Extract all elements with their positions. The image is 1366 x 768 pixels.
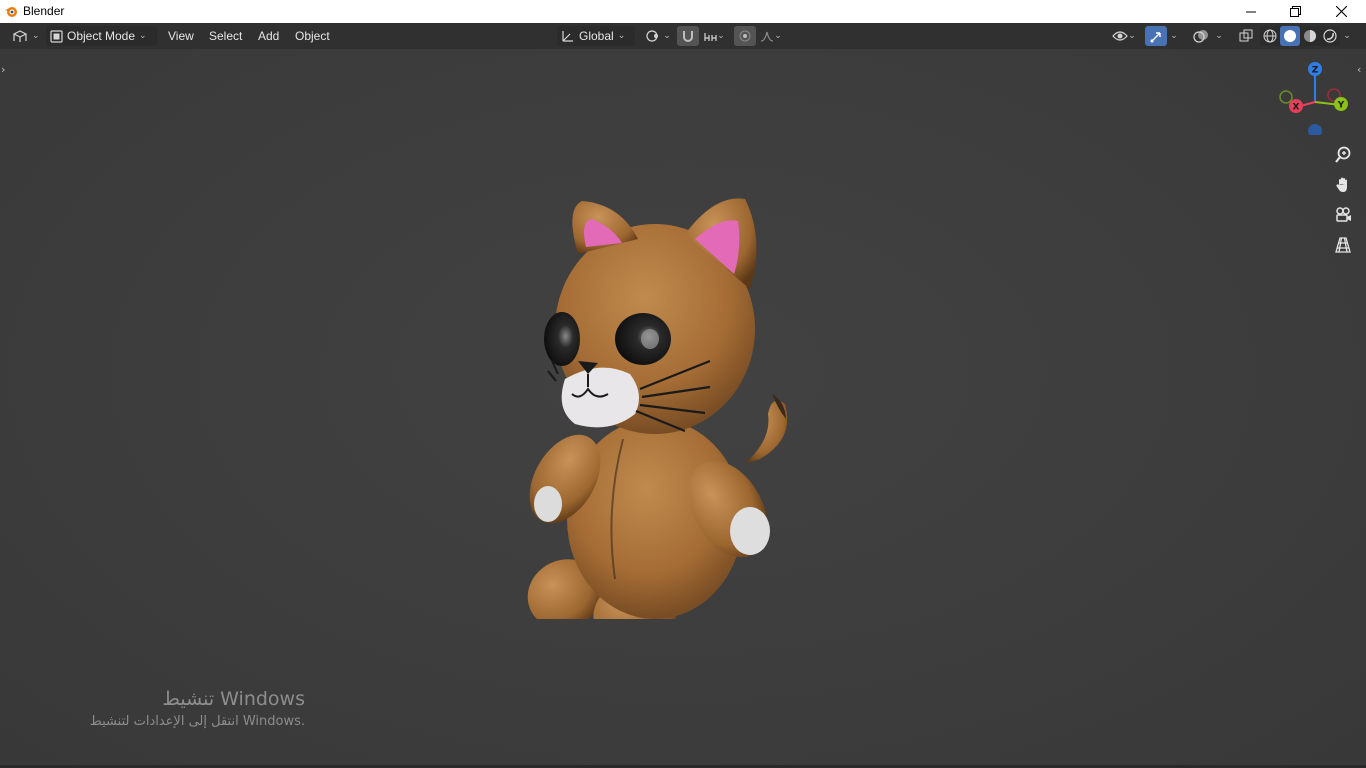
blender-logo-icon: [5, 7, 17, 17]
object-mode-icon: [50, 29, 63, 43]
visibility-dropdown[interactable]: ⌄: [1109, 26, 1139, 46]
camera-view-button[interactable]: [1330, 202, 1356, 228]
wireframe-sphere-icon: [1263, 29, 1277, 43]
pan-hand-icon: [1336, 177, 1347, 192]
menu-add[interactable]: Add: [258, 23, 279, 49]
mode-dropdown[interactable]: Object Mode ⌄: [46, 26, 157, 46]
orientation-icon: [562, 31, 573, 42]
window-title: Blender: [23, 4, 65, 18]
cat-plush-model[interactable]: [510, 139, 810, 619]
shading-mode-group: [1260, 26, 1340, 46]
overlay-toggle[interactable]: [1190, 26, 1212, 46]
solid-sphere-icon: [1284, 30, 1296, 42]
pan-button[interactable]: [1330, 172, 1356, 198]
eye-icon: [1112, 31, 1129, 41]
pivot-point-button[interactable]: ⌄: [643, 26, 673, 46]
pivot-point-icon: [646, 30, 659, 42]
navigation-gizmo[interactable]: Z X Y: [1278, 59, 1354, 135]
chevron-down-icon: ⌄: [1128, 31, 1136, 41]
shading-dropdown[interactable]: ⌄: [1340, 26, 1354, 46]
chevron-down-icon: ⌄: [617, 31, 626, 41]
material-sphere-icon: [1304, 30, 1316, 42]
viewport-header: ⌄ Object Mode ⌄ View Select Add Object G…: [0, 23, 1366, 49]
overlay-dropdown[interactable]: ⌄: [1212, 26, 1226, 46]
orientation-label: Global: [579, 29, 614, 43]
chevron-down-icon: ⌄: [663, 31, 671, 41]
3d-viewport[interactable]: › ‹ Z X Y تنشيط Windows انتقل إلى الإعدا…: [0, 49, 1366, 768]
chevron-down-icon: ⌄: [774, 31, 782, 41]
falloff-curve-icon: [761, 31, 774, 42]
rendered-sphere-icon: [1323, 29, 1337, 43]
restore-button[interactable]: [1272, 0, 1318, 23]
chevron-down-icon: ⌄: [1170, 31, 1178, 41]
gizmo-dropdown[interactable]: ⌄: [1167, 26, 1181, 46]
activation-watermark-title: تنشيط Windows: [162, 688, 305, 710]
activation-watermark-subtitle: انتقل إلى الإعدادات لتنشيط Windows.: [89, 714, 305, 729]
editor-type-selector[interactable]: ⌄: [8, 26, 44, 46]
shading-solid-button[interactable]: [1280, 26, 1300, 46]
chevron-down-icon: ⌄: [32, 31, 40, 41]
shading-wireframe-button[interactable]: [1260, 26, 1280, 46]
gizmo-x-label: X: [1293, 103, 1300, 113]
gizmo-z-handle[interactable]: Z: [1308, 62, 1322, 76]
falloff-dropdown[interactable]: ⌄: [757, 26, 785, 46]
window-titlebar: Blender: [0, 0, 1366, 23]
close-icon: [1335, 6, 1347, 17]
minimize-button[interactable]: [1228, 0, 1274, 23]
3d-viewport-icon: [13, 30, 27, 42]
snap-toggle[interactable]: [677, 26, 699, 46]
snap-target-dropdown[interactable]: ⌄: [700, 26, 728, 46]
perspective-grid-icon: [1335, 237, 1351, 253]
gizmo-neg-z-handle[interactable]: [1308, 124, 1322, 135]
camera-view-icon: [1336, 207, 1351, 222]
menu-object[interactable]: Object: [295, 23, 330, 49]
perspective-toggle-button[interactable]: [1330, 232, 1356, 258]
mode-label: Object Mode: [67, 29, 136, 43]
xray-icon: [1239, 29, 1253, 42]
close-button[interactable]: [1318, 0, 1364, 23]
shading-rendered-button[interactable]: [1320, 26, 1340, 46]
sidebar-expand-icon[interactable]: ‹: [1357, 63, 1361, 76]
overlay-icon: [1193, 30, 1208, 43]
chevron-down-icon: ⌄: [139, 31, 147, 41]
menu-view[interactable]: View: [168, 23, 194, 49]
chevron-down-icon: ⌄: [717, 31, 725, 41]
gizmo-x-handle[interactable]: X: [1289, 99, 1303, 113]
chevron-down-icon: ⌄: [1343, 31, 1351, 41]
gizmo-neg-y-handle[interactable]: [1279, 90, 1293, 104]
proportional-edit-icon: [739, 30, 751, 42]
gizmo-y-label: Y: [1337, 101, 1345, 111]
toolbar-expand-icon[interactable]: ›: [1, 63, 5, 76]
gizmo-icon: [1150, 32, 1161, 43]
gizmo-z-label: Z: [1312, 66, 1319, 76]
magnet-icon: [683, 31, 693, 42]
minimize-icon: [1246, 11, 1256, 12]
menu-select[interactable]: Select: [209, 23, 242, 49]
proportional-edit-toggle[interactable]: [734, 26, 756, 46]
transform-orientation-dropdown[interactable]: Global ⌄: [557, 26, 635, 46]
xray-toggle[interactable]: [1235, 26, 1257, 46]
shading-material-button[interactable]: [1300, 26, 1320, 46]
snap-increment-icon: [704, 33, 717, 41]
gizmo-y-handle[interactable]: Y: [1334, 97, 1348, 111]
zoom-button[interactable]: [1330, 142, 1356, 168]
restore-icon: [1289, 6, 1301, 17]
chevron-down-icon: ⌄: [1215, 31, 1223, 41]
zoom-icon: [1335, 146, 1351, 163]
gizmo-toggle[interactable]: [1145, 26, 1167, 46]
